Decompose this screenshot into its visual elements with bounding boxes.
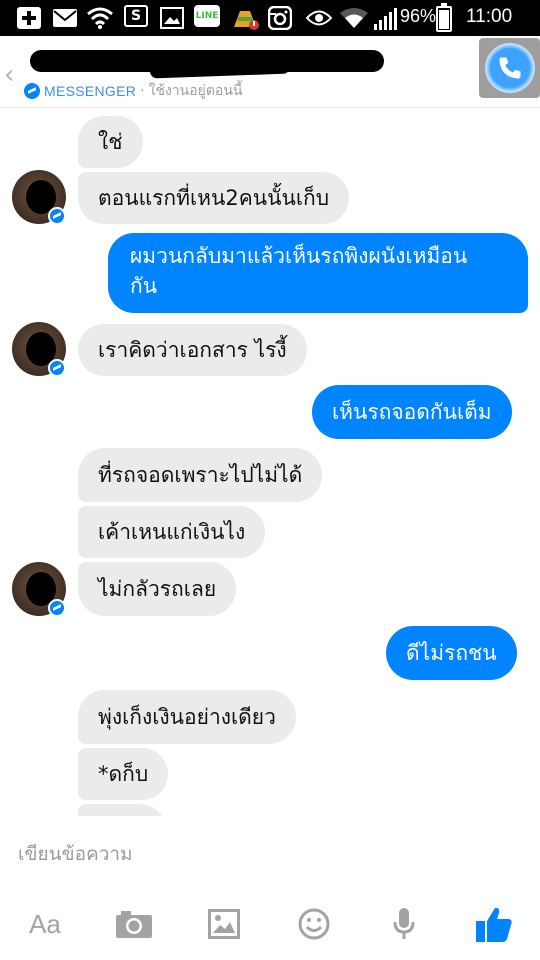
separator-dot: · (140, 83, 145, 99)
message-bubble-outgoing[interactable]: ดีไม่รถชน (386, 626, 517, 680)
messenger-label: MESSENGER (44, 83, 137, 99)
message-bubble-incoming[interactable]: ไม่กลัวรถเลย (78, 562, 237, 616)
back-chevron-icon[interactable]: ‹ (4, 60, 14, 90)
message-bubble-incoming[interactable]: ตอนแรกที่เหน2คนนั้นเก็บ (78, 172, 350, 224)
contact-name-redacted[interactable] (30, 50, 384, 72)
message-bubble-incoming[interactable]: *ดก็บ (78, 748, 169, 800)
status-bar: S LINE 96% 11:00 (0, 0, 540, 36)
message-line: ผมวนกลับมาแล้วเห็นรถพิงผนังเหมือน (130, 244, 468, 268)
like-icon[interactable] (472, 902, 516, 946)
message-bubble-incoming[interactable]: ที่รถจอดเพราะไปไม่ได้ (78, 448, 323, 502)
message-line: กัน (130, 274, 158, 298)
call-ring (484, 43, 535, 93)
eye-icon (306, 5, 332, 31)
messenger-badge-icon (48, 207, 66, 225)
clock: 11:00 (466, 6, 513, 27)
message-bubble-incoming-partial[interactable] (78, 804, 166, 816)
cleaner-icon (230, 5, 260, 31)
phone-icon (499, 57, 520, 79)
camera-icon[interactable] (112, 902, 156, 946)
messenger-badge-icon (48, 359, 66, 377)
instagram-icon (268, 5, 292, 31)
conversation-header: ‹ MESSENGER · ใช้งานอยู่ตอนนี้ (0, 36, 540, 108)
text-format-icon[interactable]: Aa (23, 902, 67, 946)
gallery-icon[interactable] (202, 902, 246, 946)
microphone-icon[interactable] (382, 902, 426, 946)
battery-icon (436, 3, 452, 32)
message-list[interactable]: ใช่ ตอนแรกที่เหน2คนนั้นเก็บ ผมวนกลับมาแล… (0, 108, 540, 816)
messenger-badge-icon (48, 599, 66, 617)
presence-row: MESSENGER · ใช้งานอยู่ตอนนี้ (24, 80, 242, 102)
wifi-icon (340, 5, 368, 31)
message-bubble-outgoing[interactable]: ผมวนกลับมาแล้วเห็นรถพิงผนังเหมือน กัน (108, 233, 528, 313)
sticker-icon[interactable] (292, 902, 336, 946)
message-bubble-incoming[interactable]: เราคิดว่าเอกสาร ไรงี้ (78, 324, 307, 376)
messenger-icon (24, 83, 40, 99)
s-app-label: S (130, 8, 142, 24)
wifi-signal-icon (86, 5, 114, 31)
line-app-icon: LINE (194, 5, 220, 27)
message-bubble-outgoing[interactable]: เห็นรถจอดกันเต็ม (312, 385, 512, 439)
cell-signal-icon (374, 8, 398, 30)
line-app-label: LINE (195, 11, 219, 21)
battery-percent: 96% (400, 6, 437, 26)
call-button[interactable] (479, 38, 540, 98)
message-input[interactable] (18, 836, 518, 872)
image-icon (160, 5, 184, 31)
message-bubble-incoming[interactable]: ใช่ (78, 116, 143, 168)
plus-icon (16, 5, 42, 31)
message-bubble-incoming[interactable]: เค้าเหนแก่เงินไง (78, 506, 266, 558)
battery-fill (439, 9, 449, 29)
s-app-icon: S (124, 5, 148, 27)
composer: Aa (0, 816, 540, 960)
message-bubble-incoming[interactable]: พุ่งเก็งเงินอย่างเดียว (78, 690, 296, 744)
mail-icon (52, 5, 78, 31)
active-status: ใช้งานอยู่ตอนนี้ (148, 83, 243, 99)
